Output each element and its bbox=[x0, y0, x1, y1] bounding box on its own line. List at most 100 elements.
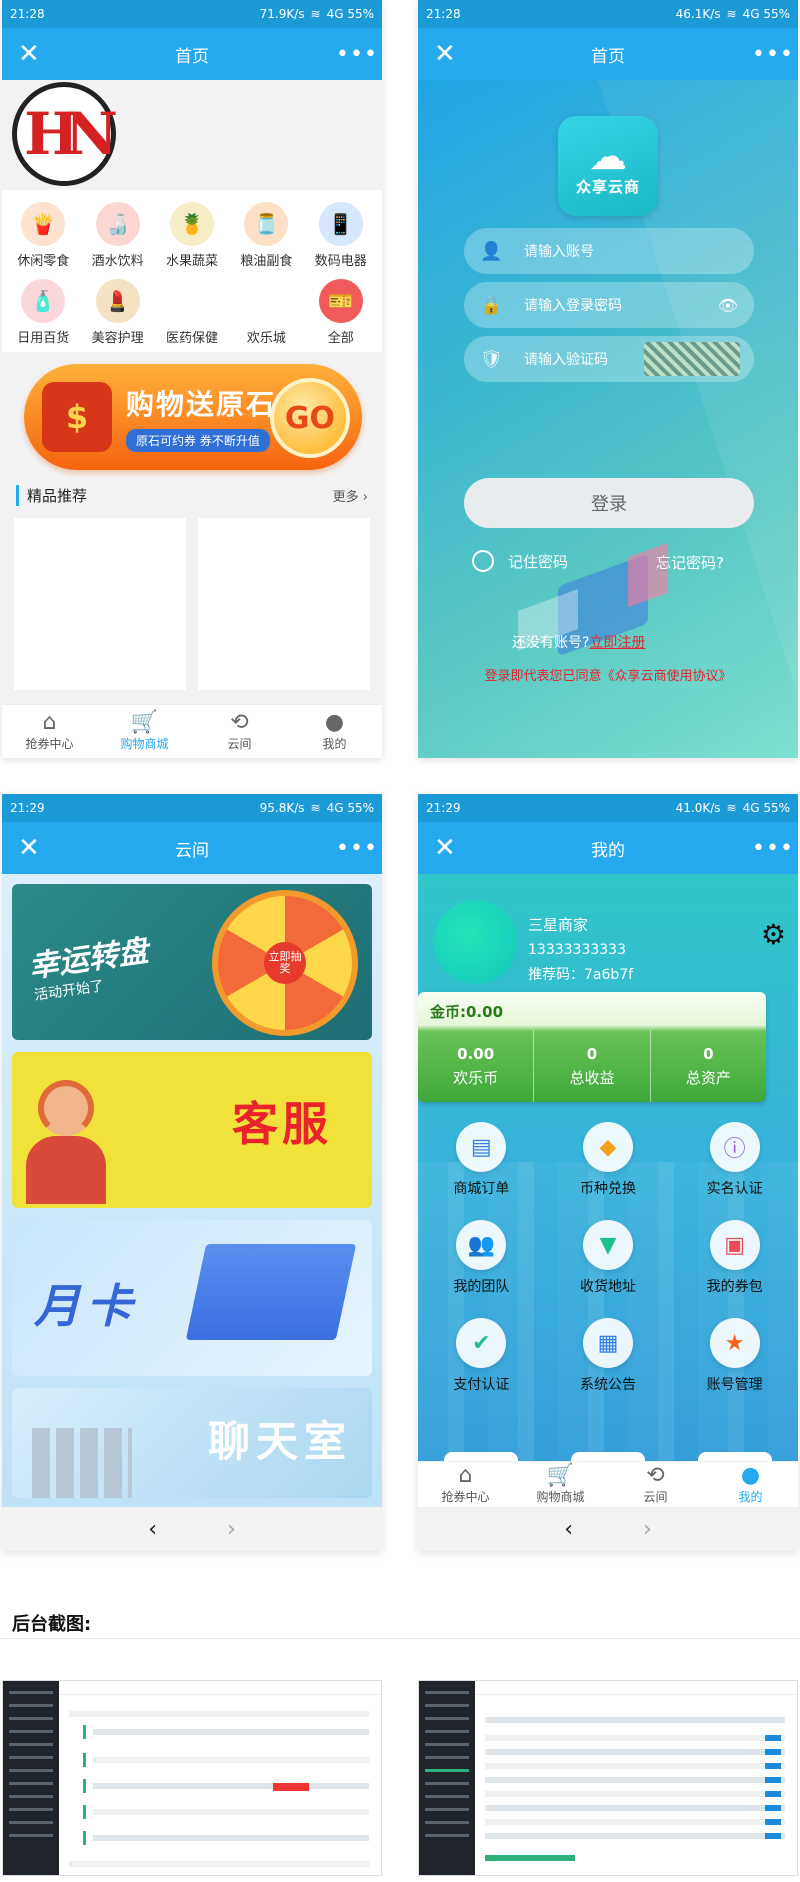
category-fun-city[interactable]: 欢乐城 bbox=[229, 279, 303, 346]
backend-screenshot-form bbox=[2, 1680, 382, 1876]
more-link[interactable]: 更多 › bbox=[333, 486, 368, 505]
nav-bar: ✕ 云间 ••• bbox=[2, 822, 382, 874]
chat-room-banner[interactable]: 聊天室 bbox=[12, 1388, 372, 1498]
back-icon[interactable]: ‹ bbox=[564, 1517, 573, 1542]
lucky-wheel-banner[interactable]: 幸运转盘 活动开始了 立即抽奖 bbox=[12, 884, 372, 1040]
login-screen: 21:28 46.1K/s ≋ 4G 55% ✕ 首页 ••• ☁ 众享云商 👤… bbox=[418, 0, 798, 758]
category-digital[interactable]: 📱 数码电器 bbox=[304, 202, 378, 269]
agreement-text[interactable]: 登录即代表您已同意《众享云商使用协议》 bbox=[418, 665, 798, 684]
section-title: 精品推荐 bbox=[16, 484, 87, 506]
category-fruits[interactable]: 🍍 水果蔬菜 bbox=[155, 202, 229, 269]
stat-fun-coin[interactable]: 0.00 欢乐币 bbox=[418, 1030, 535, 1102]
product-card[interactable] bbox=[198, 518, 370, 690]
coupon-icon: ▣ bbox=[709, 1220, 760, 1270]
status-bar: 21:28 46.1K/s ≋ 4G 55% bbox=[418, 0, 798, 28]
category-snacks[interactable]: 🍟 休闲零食 bbox=[6, 202, 80, 269]
menu-my-team[interactable]: 👥 我的团队 bbox=[418, 1220, 545, 1296]
category-grain-oil[interactable]: 🫙 粮油副食 bbox=[229, 202, 303, 269]
draw-button[interactable]: 立即抽奖 bbox=[264, 942, 306, 984]
tab-coupon-center[interactable]: ⌂ 抢券中心 bbox=[418, 1462, 513, 1507]
remember-checkbox[interactable] bbox=[472, 550, 494, 572]
back-icon[interactable]: ‹ bbox=[148, 1517, 157, 1542]
menu-shipping-address[interactable]: ▼ 收货地址 bbox=[545, 1220, 672, 1296]
close-icon[interactable]: ✕ bbox=[18, 39, 48, 69]
nav-bar: ✕ 首页 ••• bbox=[418, 28, 798, 80]
tab-mine[interactable]: ● 我的 bbox=[287, 705, 382, 758]
user-icon: ● bbox=[740, 1463, 761, 1488]
category-all[interactable]: 🎫 全部 bbox=[304, 279, 378, 346]
support-agent-illustration bbox=[26, 1080, 106, 1208]
forgot-password-link[interactable]: 忘记密码? bbox=[656, 552, 724, 573]
nav-bar: ✕ 首页 ••• bbox=[2, 28, 382, 80]
remember-password[interactable]: 记住密码 bbox=[472, 550, 568, 572]
network-speed: 71.9K/s bbox=[259, 7, 305, 21]
eye-icon[interactable]: 👁 bbox=[718, 296, 738, 315]
medicine-icon bbox=[170, 279, 214, 323]
menu-real-name[interactable]: ⓘ 实名认证 bbox=[671, 1122, 798, 1198]
user-name: 三星商家 bbox=[528, 916, 589, 934]
coin-balance: 金币:0.00 bbox=[430, 1002, 504, 1021]
ticket-icon: 🎫 bbox=[318, 279, 363, 323]
more-menu-icon[interactable]: ••• bbox=[336, 42, 377, 67]
stat-total-assets[interactable]: 0 总资产 bbox=[651, 1030, 766, 1102]
status-bar: 21:29 95.8K/s ≋ 4G 55% bbox=[2, 794, 382, 822]
house-icon: ⌂ bbox=[42, 710, 57, 735]
close-icon[interactable]: ✕ bbox=[434, 39, 464, 69]
menu-my-coupons[interactable]: ▣ 我的券包 bbox=[671, 1220, 798, 1296]
tab-cloud[interactable]: ⟲ 云间 bbox=[608, 1462, 703, 1507]
account-field[interactable]: 👤 请输入账号 bbox=[464, 228, 754, 274]
category-beauty[interactable]: 💄 美容护理 bbox=[80, 279, 154, 346]
category-drinks[interactable]: 🍶 酒水饮料 bbox=[80, 202, 154, 269]
page-title: 首页 bbox=[591, 46, 625, 67]
password-field[interactable]: 🔒 请输入登录密码 👁 bbox=[464, 282, 754, 328]
go-button[interactable]: GO bbox=[270, 378, 350, 458]
tab-shopping-mall[interactable]: 🛒 购物商城 bbox=[97, 705, 192, 758]
page-title: 云间 bbox=[175, 840, 209, 861]
captcha-image[interactable] bbox=[644, 342, 740, 376]
avatar[interactable] bbox=[434, 900, 518, 984]
captcha-field[interactable]: 🛡 请输入验证码 bbox=[464, 336, 754, 382]
product-card[interactable] bbox=[14, 518, 186, 690]
gear-icon[interactable]: ⚙ bbox=[761, 918, 786, 951]
forward-icon[interactable]: › bbox=[227, 1517, 236, 1542]
profile-screen: 21:29 41.0K/s ≋ 4G 55% ✕ 我的 ••• 三星商家 133… bbox=[418, 794, 798, 1551]
login-background: ☁ 众享云商 👤 请输入账号 🔒 请输入登录密码 👁 🛡 请输入验证码 登录 记… bbox=[418, 80, 798, 758]
profile-background: 三星商家 13333333333 推荐码：7a6b7f ⚙ 金币:0.00 0.… bbox=[418, 874, 798, 1462]
battery-status: 4G 55% bbox=[326, 7, 374, 21]
tab-mine[interactable]: ● 我的 bbox=[703, 1462, 798, 1507]
recommend-header: 精品推荐 更多 › bbox=[2, 484, 382, 506]
battery-status: 4G 55% bbox=[742, 801, 790, 815]
category-medicine[interactable]: 医药保健 bbox=[155, 279, 229, 346]
fruit-icon: 🍍 bbox=[169, 202, 214, 246]
close-icon[interactable]: ✕ bbox=[18, 833, 48, 863]
network-speed: 46.1K/s bbox=[675, 7, 721, 21]
register-link[interactable]: 立即注册 bbox=[589, 635, 645, 651]
monthly-card-banner[interactable]: 月卡 bbox=[12, 1220, 372, 1376]
menu-currency-exchange[interactable]: ◆ 币种兑换 bbox=[545, 1122, 672, 1198]
menu-account-manage[interactable]: ★ 账号管理 bbox=[671, 1318, 798, 1394]
customer-service-banner[interactable]: 客服 bbox=[12, 1052, 372, 1208]
close-icon[interactable]: ✕ bbox=[434, 833, 464, 863]
forward-icon[interactable]: › bbox=[643, 1517, 652, 1542]
more-menu-icon[interactable]: ••• bbox=[752, 836, 793, 861]
more-menu-icon[interactable]: ••• bbox=[752, 42, 793, 67]
tab-coupon-center[interactable]: ⌂ 抢券中心 bbox=[2, 705, 97, 758]
menu-mall-orders[interactable]: ▤ 商城订单 bbox=[418, 1122, 545, 1198]
menu-payment-auth[interactable]: ✔ 支付认证 bbox=[418, 1318, 545, 1394]
more-menu-icon[interactable]: ••• bbox=[336, 836, 377, 861]
shield-check-icon: ✔ bbox=[456, 1318, 507, 1368]
backend-screenshot-table bbox=[418, 1680, 798, 1876]
customer-service-title: 客服 bbox=[232, 1097, 332, 1151]
app-name: 众享云商 bbox=[575, 177, 640, 196]
login-button[interactable]: 登录 bbox=[464, 478, 754, 528]
menu-announcements[interactable]: ▦ 系统公告 bbox=[545, 1318, 672, 1394]
category-grid: 🍟 休闲零食 🍶 酒水饮料 🍍 水果蔬菜 🫙 粮油副食 📱 数码电器 🧴 日用百货 💄 美容护… bbox=[2, 190, 382, 352]
tab-shopping-mall[interactable]: 🛒 购物商城 bbox=[513, 1462, 608, 1507]
status-time: 21:29 bbox=[10, 801, 45, 815]
category-daily[interactable]: 🧴 日用百货 bbox=[6, 279, 80, 346]
status-time: 21:28 bbox=[426, 7, 461, 21]
tab-cloud[interactable]: ⟲ 云间 bbox=[192, 705, 287, 758]
stat-total-income[interactable]: 0 总收益 bbox=[534, 1030, 651, 1102]
promo-banner[interactable]: $ 购物送原石 原石可约券 券不断升值 GO bbox=[24, 364, 362, 470]
monthly-card-title: 月卡 bbox=[34, 1279, 138, 1333]
